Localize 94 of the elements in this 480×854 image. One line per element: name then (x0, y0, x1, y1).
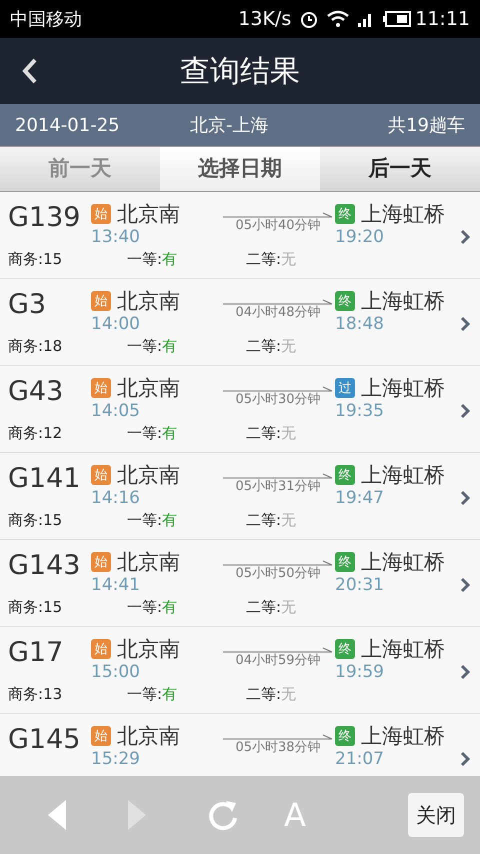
seat-availability: 商务:15 (8, 598, 64, 616)
seat-availability: 商务:18 (8, 337, 64, 355)
departure-time: 14:41 (91, 574, 140, 596)
chevron-right-icon (460, 751, 470, 767)
arrival-time: 21:07 (335, 748, 384, 770)
station-badge: 终 (335, 552, 355, 572)
station-badge: 始 (91, 465, 111, 485)
arrival-time: 19:59 (335, 661, 384, 683)
station-badge: 始 (91, 378, 111, 398)
departure-time: 15:00 (91, 661, 140, 683)
seat-availability: 一等:有 (127, 598, 178, 616)
seat-availability: 二等:无 (246, 424, 298, 442)
departure-time: 14:16 (91, 487, 140, 509)
duration-text: 05小时38分钟 (235, 740, 321, 756)
departure-time: 13:40 (91, 226, 140, 248)
station-badge: 始 (91, 639, 111, 659)
close-button[interactable]: 关闭 (408, 793, 464, 837)
departure-station: 北京南 (117, 550, 180, 574)
chevron-right-icon (460, 403, 470, 419)
station-badge: 终 (335, 726, 355, 746)
arrival-time: 20:31 (335, 574, 384, 596)
arrival-station: 上海虹桥 (361, 376, 445, 400)
arrival-station: 上海虹桥 (361, 202, 445, 226)
departure-time: 14:00 (91, 313, 140, 335)
arrival-time: 18:48 (335, 313, 384, 335)
seat-availability: 一等:有 (127, 250, 178, 268)
seat-availability: 二等:无 (246, 337, 298, 355)
arrival-station: 上海虹桥 (361, 637, 445, 661)
station-badge: 终 (335, 291, 355, 311)
route-text: 北京-上海 (190, 114, 268, 138)
train-number: G141 (8, 463, 82, 495)
departure-station: 北京南 (117, 289, 180, 313)
date-nav-button[interactable]: 后一天 (320, 147, 480, 191)
departure-time: 15:29 (91, 748, 140, 770)
battery-icon (383, 11, 412, 27)
departure-station: 北京南 (117, 376, 180, 400)
station-badge: 始 (91, 726, 111, 746)
chevron-right-icon (460, 490, 470, 506)
train-number: G139 (8, 202, 82, 234)
train-count: 共19趟车 (388, 114, 465, 138)
departure-station: 北京南 (117, 724, 180, 748)
duration-text: 05小时31分钟 (235, 479, 321, 495)
train-number: G17 (8, 637, 64, 669)
station-badge: 始 (91, 552, 111, 572)
departure-station: 北京南 (117, 637, 180, 661)
travel-date: 2014-01-25 (15, 114, 121, 138)
arrival-station: 上海虹桥 (361, 550, 445, 574)
alarm-icon (299, 9, 320, 29)
chevron-right-icon (460, 577, 470, 593)
seat-availability: 二等:无 (246, 250, 298, 268)
duration-text: 04小时59分钟 (235, 653, 321, 669)
seat-availability: 二等:无 (246, 511, 298, 529)
station-badge: 过 (335, 378, 355, 398)
departure-station: 北京南 (117, 202, 180, 226)
seat-availability: 一等:有 (127, 424, 178, 442)
station-badge: 始 (91, 291, 111, 311)
train-number: G43 (8, 376, 64, 408)
duration-text: 04小时48分钟 (235, 305, 321, 321)
arrival-time: 19:47 (335, 487, 384, 509)
page-title: 查询结果 (180, 52, 300, 90)
station-badge: 终 (335, 465, 355, 485)
station-badge: 终 (335, 204, 355, 224)
clock-time: 11:11 (415, 6, 470, 32)
wifi-icon (327, 10, 350, 28)
carrier-name: 中国移动 (10, 8, 82, 32)
date-nav-button[interactable]: 选择日期 (160, 147, 320, 191)
seat-availability: 一等:有 (127, 685, 178, 703)
seat-availability: 商务:13 (8, 685, 64, 703)
chevron-right-icon (460, 664, 470, 680)
seat-availability: 二等:无 (246, 685, 298, 703)
seat-availability: 商务:15 (8, 511, 64, 529)
seat-availability: 二等:无 (246, 598, 298, 616)
arrival-station: 上海虹桥 (361, 724, 445, 748)
duration-text: 05小时50分钟 (235, 566, 321, 582)
departure-station: 北京南 (117, 463, 180, 487)
chevron-right-icon (460, 316, 470, 332)
duration-text: 05小时40分钟 (235, 218, 321, 234)
seat-availability: 商务:12 (8, 424, 64, 442)
seat-availability: 一等:有 (127, 337, 178, 355)
arrival-station: 上海虹桥 (361, 289, 445, 313)
departure-time: 14:05 (91, 400, 140, 422)
train-number: G3 (8, 289, 48, 321)
seat-availability: 一等:有 (127, 511, 178, 529)
arrival-time: 19:35 (335, 400, 384, 422)
train-number: G145 (8, 724, 82, 756)
seat-availability: 商务:15 (8, 250, 64, 268)
network-speed: 13K/s (238, 6, 292, 32)
arrival-station: 上海虹桥 (361, 463, 445, 487)
station-badge: 始 (91, 204, 111, 224)
chevron-right-icon (460, 229, 470, 245)
duration-text: 05小时30分钟 (235, 392, 321, 408)
station-badge: 终 (335, 639, 355, 659)
train-number: G143 (8, 550, 82, 582)
arrival-time: 19:20 (335, 226, 384, 248)
